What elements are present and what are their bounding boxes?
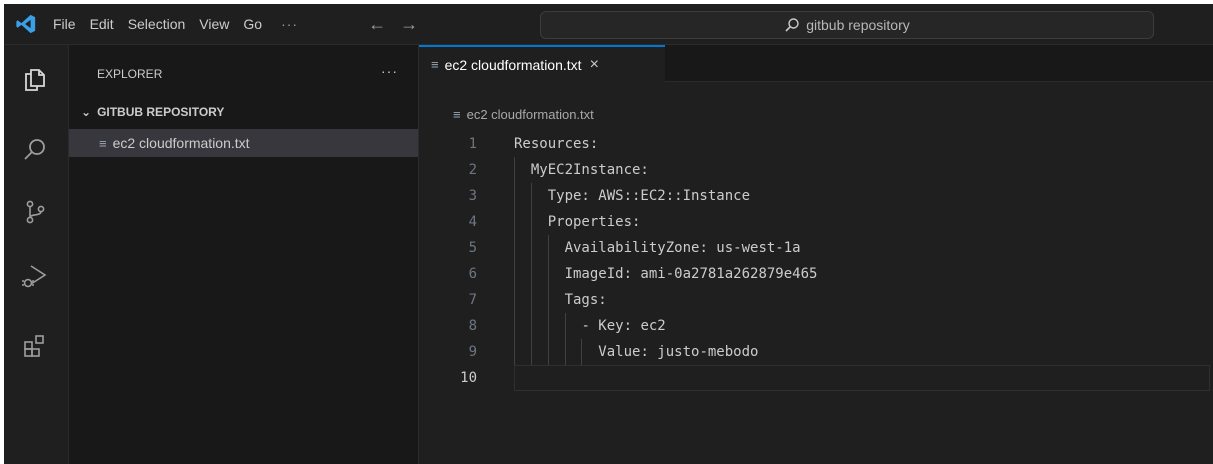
code-text: - Key: ec2 <box>581 318 666 334</box>
menu-selection[interactable]: Selection <box>121 4 193 44</box>
code-text: Value: justo-mebodo <box>598 344 759 360</box>
search-text: gitbub repository <box>806 17 910 33</box>
menu-more-button[interactable]: ··· <box>269 16 310 32</box>
vscode-logo-icon <box>8 6 44 42</box>
vscode-window: File Edit Selection View Go ··· ← → gitbub r… <box>4 4 1213 464</box>
file-item[interactable]: ≡ ec2 cloudformation.txt <box>69 129 418 157</box>
indent-guide <box>530 339 532 365</box>
code-line[interactable]: 7 Tags: <box>419 287 1213 313</box>
code-line[interactable]: 6 ImageId: ami-0a2781a262879e465 <box>419 261 1213 287</box>
line-number: 7 <box>468 292 477 308</box>
run-debug-icon[interactable] <box>18 259 52 293</box>
forward-arrow-icon[interactable]: → <box>400 14 418 35</box>
menu-edit[interactable]: Edit <box>83 4 121 44</box>
tab-label: ec2 cloudformation.txt <box>444 56 582 73</box>
line-number: 5 <box>468 240 477 256</box>
code-text: Tags: <box>564 292 607 308</box>
breadcrumb-label: ec2 cloudformation.txt <box>466 107 594 122</box>
indent-guide <box>530 261 532 287</box>
code-editor[interactable]: 1 Resources:2 MyEC2Instance:3 Type: AWS::EC… <box>419 131 1213 391</box>
indent-guide <box>514 261 515 287</box>
explorer-title: EXPLORER <box>97 67 163 81</box>
nav-arrows: ← → <box>368 14 418 35</box>
line-number: 9 <box>468 344 477 360</box>
indent-guide <box>530 209 532 235</box>
folder-header[interactable]: ⌄ GITBUB REPOSITORY <box>81 105 224 119</box>
editor-tab[interactable]: ≡ ec2 cloudformation.txt × <box>419 45 665 82</box>
code-line[interactable]: 2 MyEC2Instance: <box>419 157 1213 183</box>
line-number: 6 <box>468 266 477 282</box>
line-number: 10 <box>460 370 477 386</box>
indent-guide <box>564 339 566 365</box>
current-line-highlight <box>514 365 1210 391</box>
explorer-icon[interactable] <box>18 63 52 97</box>
breadcrumb[interactable]: ≡ ec2 cloudformation.txt <box>453 107 594 122</box>
indent-guide <box>530 287 532 313</box>
menu-file[interactable]: File <box>46 4 83 44</box>
line-number: 2 <box>468 162 477 178</box>
code-line[interactable]: 4 Properties: <box>419 209 1213 235</box>
code-line[interactable]: 9 Value: justo-mebodo <box>419 339 1213 365</box>
activity-bar <box>4 45 69 464</box>
indent-guide <box>514 209 515 235</box>
back-arrow-icon[interactable]: ← <box>368 14 386 35</box>
indent-guide <box>547 287 549 313</box>
code-text: ImageId: ami-0a2781a262879e465 <box>564 266 818 282</box>
explorer-sidebar: EXPLORER ··· ⌄ GITBUB REPOSITORY ≡ ec2 c… <box>69 45 419 464</box>
indent-guide <box>581 339 583 365</box>
indent-guide <box>547 261 549 287</box>
code-text: Properties: <box>547 214 641 230</box>
code-text: AvailabilityZone: us-west-1a <box>564 240 801 256</box>
line-number: 4 <box>468 214 477 230</box>
code-text: Type: AWS::EC2::Instance <box>547 188 751 204</box>
indent-guide <box>564 313 566 339</box>
explorer-more-button[interactable]: ··· <box>381 63 398 79</box>
text-file-icon: ≡ <box>99 135 107 151</box>
code-line[interactable]: 10 <box>419 365 1213 391</box>
folder-name: GITBUB REPOSITORY <box>97 105 225 119</box>
search-icon <box>785 18 799 32</box>
text-file-icon: ≡ <box>431 57 439 72</box>
code-line[interactable]: 3 Type: AWS::EC2::Instance <box>419 183 1213 209</box>
indent-guide <box>514 339 515 365</box>
indent-guide <box>547 235 549 261</box>
indent-guide <box>547 339 549 365</box>
indent-guide <box>514 287 515 313</box>
indent-guide <box>530 183 532 209</box>
code-line[interactable]: 8 - Key: ec2 <box>419 313 1213 339</box>
menu-go[interactable]: Go <box>236 4 269 44</box>
text-file-icon: ≡ <box>453 107 461 122</box>
code-line[interactable]: 5 AvailabilityZone: us-west-1a <box>419 235 1213 261</box>
line-number: 1 <box>468 136 477 152</box>
file-name: ec2 cloudformation.txt <box>112 135 250 151</box>
code-line[interactable]: 1 Resources: <box>419 131 1213 157</box>
line-number: 8 <box>468 318 477 334</box>
command-center-search[interactable]: gitbub repository <box>540 11 1154 39</box>
search-icon[interactable] <box>18 133 52 167</box>
indent-guide <box>530 235 532 261</box>
indent-guide <box>514 313 515 339</box>
tab-bar: ≡ ec2 cloudformation.txt × <box>419 45 1213 82</box>
close-icon[interactable]: × <box>590 56 599 74</box>
indent-guide <box>514 157 515 183</box>
indent-guide <box>530 313 532 339</box>
indent-guide <box>514 235 515 261</box>
chevron-down-icon: ⌄ <box>81 105 92 119</box>
menu-view[interactable]: View <box>192 4 236 44</box>
menu-bar: File Edit Selection View Go <box>46 4 269 44</box>
code-text: MyEC2Instance: <box>530 162 649 178</box>
extensions-icon[interactable] <box>18 329 52 363</box>
editor-area: ≡ ec2 cloudformation.txt × ≡ ec2 cloudfo… <box>419 45 1213 464</box>
source-control-icon[interactable] <box>18 195 52 229</box>
indent-guide <box>514 183 515 209</box>
title-bar: File Edit Selection View Go ··· ← → gitbub r… <box>4 4 1213 45</box>
line-number: 3 <box>468 188 477 204</box>
indent-guide <box>547 313 549 339</box>
code-text: Resources: <box>514 136 599 152</box>
